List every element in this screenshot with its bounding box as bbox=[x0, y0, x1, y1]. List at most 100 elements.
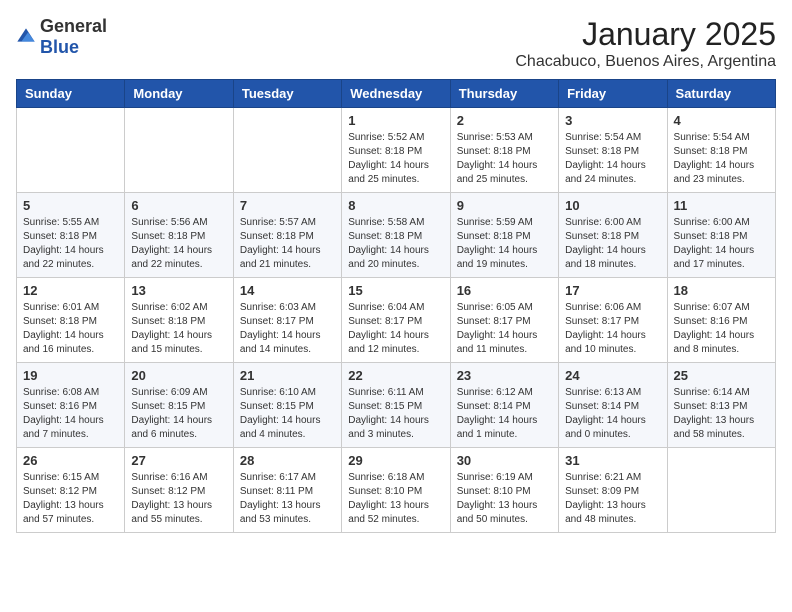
calendar-cell: 9 Sunrise: 5:59 AM Sunset: 8:18 PM Daylig… bbox=[450, 193, 558, 278]
day-info: Sunrise: 5:55 AM Sunset: 8:18 PM Dayligh… bbox=[23, 216, 118, 272]
calendar-week-row: 1 Sunrise: 5:52 AM Sunset: 8:18 PM Daylig… bbox=[17, 108, 776, 193]
day-info: Sunrise: 5:56 AM Sunset: 8:18 PM Dayligh… bbox=[131, 216, 226, 272]
day-info: Sunrise: 5:52 AM Sunset: 8:18 PM Dayligh… bbox=[348, 131, 443, 187]
calendar-cell: 23 Sunrise: 6:12 AM Sunset: 8:14 PM Dayli… bbox=[450, 363, 558, 448]
calendar-cell bbox=[233, 108, 341, 193]
day-info: Sunrise: 5:57 AM Sunset: 8:18 PM Dayligh… bbox=[240, 216, 335, 272]
day-info: Sunrise: 6:16 AM Sunset: 8:12 PM Dayligh… bbox=[131, 471, 226, 527]
calendar-cell: 17 Sunrise: 6:06 AM Sunset: 8:17 PM Dayli… bbox=[559, 278, 667, 363]
weekday-header: Tuesday bbox=[233, 80, 341, 108]
day-info: Sunrise: 6:14 AM Sunset: 8:13 PM Dayligh… bbox=[674, 386, 769, 442]
calendar-week-row: 12 Sunrise: 6:01 AM Sunset: 8:18 PM Dayli… bbox=[17, 278, 776, 363]
calendar-cell: 14Sunrise: 6:03 AM Sunset: 8:17 PM Dayli… bbox=[233, 278, 341, 363]
weekday-header: Saturday bbox=[667, 80, 775, 108]
day-number: 23 bbox=[457, 368, 552, 383]
day-number: 16 bbox=[457, 283, 552, 298]
day-number: 10 bbox=[565, 198, 660, 213]
calendar-cell bbox=[667, 448, 775, 533]
calendar-cell: 20 Sunrise: 6:09 AM Sunset: 8:15 PM Dayli… bbox=[125, 363, 233, 448]
calendar-cell: 4Sunrise: 5:54 AM Sunset: 8:18 PM Daylig… bbox=[667, 108, 775, 193]
calendar-cell: 12 Sunrise: 6:01 AM Sunset: 8:18 PM Dayli… bbox=[17, 278, 125, 363]
calendar-cell: 31 Sunrise: 6:21 AM Sunset: 8:09 PM Dayli… bbox=[559, 448, 667, 533]
day-number: 20 bbox=[131, 368, 226, 383]
day-info: Sunrise: 6:17 AM Sunset: 8:11 PM Dayligh… bbox=[240, 471, 335, 527]
day-info: Sunrise: 6:12 AM Sunset: 8:14 PM Dayligh… bbox=[457, 386, 552, 442]
day-number: 11 bbox=[674, 198, 769, 213]
day-number: 2 bbox=[457, 113, 552, 128]
calendar-cell: 3Sunrise: 5:54 AM Sunset: 8:18 PM Daylig… bbox=[559, 108, 667, 193]
day-info: Sunrise: 6:15 AM Sunset: 8:12 PM Dayligh… bbox=[23, 471, 118, 527]
day-info: Sunrise: 6:05 AM Sunset: 8:17 PM Dayligh… bbox=[457, 301, 552, 357]
calendar-cell: 7 Sunrise: 5:57 AM Sunset: 8:18 PM Daylig… bbox=[233, 193, 341, 278]
title-block: January 2025 Chacabuco, Buenos Aires, Ar… bbox=[515, 16, 776, 71]
calendar-cell: 5 Sunrise: 5:55 AM Sunset: 8:18 PM Daylig… bbox=[17, 193, 125, 278]
calendar-cell: 24 Sunrise: 6:13 AM Sunset: 8:14 PM Dayli… bbox=[559, 363, 667, 448]
day-number: 14 bbox=[240, 283, 335, 298]
calendar-cell: 19 Sunrise: 6:08 AM Sunset: 8:16 PM Dayli… bbox=[17, 363, 125, 448]
day-info: Sunrise: 5:59 AM Sunset: 8:18 PM Dayligh… bbox=[457, 216, 552, 272]
logo-general: General bbox=[40, 16, 107, 36]
day-number: 6 bbox=[131, 198, 226, 213]
day-info: Sunrise: 6:21 AM Sunset: 8:09 PM Dayligh… bbox=[565, 471, 660, 527]
day-number: 9 bbox=[457, 198, 552, 213]
day-number: 22 bbox=[348, 368, 443, 383]
day-number: 27 bbox=[131, 453, 226, 468]
day-info: Sunrise: 6:04 AM Sunset: 8:17 PM Dayligh… bbox=[348, 301, 443, 357]
weekday-header: Sunday bbox=[17, 80, 125, 108]
logo-blue: Blue bbox=[40, 37, 79, 57]
day-info: Sunrise: 6:06 AM Sunset: 8:17 PM Dayligh… bbox=[565, 301, 660, 357]
calendar-cell: 21 Sunrise: 6:10 AM Sunset: 8:15 PM Dayli… bbox=[233, 363, 341, 448]
day-info: Sunrise: 6:00 AM Sunset: 8:18 PM Dayligh… bbox=[565, 216, 660, 272]
logo: General Blue bbox=[16, 16, 107, 58]
day-number: 8 bbox=[348, 198, 443, 213]
calendar-cell: 26 Sunrise: 6:15 AM Sunset: 8:12 PM Dayli… bbox=[17, 448, 125, 533]
calendar-week-row: 19 Sunrise: 6:08 AM Sunset: 8:16 PM Dayli… bbox=[17, 363, 776, 448]
calendar-cell: 25 Sunrise: 6:14 AM Sunset: 8:13 PM Dayli… bbox=[667, 363, 775, 448]
calendar-cell: 30 Sunrise: 6:19 AM Sunset: 8:10 PM Dayli… bbox=[450, 448, 558, 533]
day-number: 1 bbox=[348, 113, 443, 128]
day-info: Sunrise: 6:18 AM Sunset: 8:10 PM Dayligh… bbox=[348, 471, 443, 527]
day-number: 24 bbox=[565, 368, 660, 383]
calendar-cell: 2 Sunrise: 5:53 AM Sunset: 8:18 PM Daylig… bbox=[450, 108, 558, 193]
day-number: 13 bbox=[131, 283, 226, 298]
logo-icon bbox=[16, 27, 36, 47]
day-info: Sunrise: 5:53 AM Sunset: 8:18 PM Dayligh… bbox=[457, 131, 552, 187]
day-info: Sunrise: 6:19 AM Sunset: 8:10 PM Dayligh… bbox=[457, 471, 552, 527]
day-info: Sunrise: 6:11 AM Sunset: 8:15 PM Dayligh… bbox=[348, 386, 443, 442]
day-number: 17 bbox=[565, 283, 660, 298]
day-number: 28 bbox=[240, 453, 335, 468]
day-info: Sunrise: 6:02 AM Sunset: 8:18 PM Dayligh… bbox=[131, 301, 226, 357]
day-number: 31 bbox=[565, 453, 660, 468]
day-number: 19 bbox=[23, 368, 118, 383]
day-number: 12 bbox=[23, 283, 118, 298]
weekday-header: Monday bbox=[125, 80, 233, 108]
calendar-cell: 6 Sunrise: 5:56 AM Sunset: 8:18 PM Daylig… bbox=[125, 193, 233, 278]
day-info: Sunrise: 6:09 AM Sunset: 8:15 PM Dayligh… bbox=[131, 386, 226, 442]
page-header: General Blue January 2025 Chacabuco, Bue… bbox=[16, 16, 776, 71]
weekday-header-row: SundayMondayTuesdayWednesdayThursdayFrid… bbox=[17, 80, 776, 108]
day-number: 25 bbox=[674, 368, 769, 383]
location-title: Chacabuco, Buenos Aires, Argentina bbox=[515, 53, 776, 71]
day-number: 21 bbox=[240, 368, 335, 383]
calendar-cell: 11 Sunrise: 6:00 AM Sunset: 8:18 PM Dayli… bbox=[667, 193, 775, 278]
weekday-header: Thursday bbox=[450, 80, 558, 108]
calendar-cell: 18 Sunrise: 6:07 AM Sunset: 8:16 PM Dayli… bbox=[667, 278, 775, 363]
day-number: 30 bbox=[457, 453, 552, 468]
calendar-cell: 16 Sunrise: 6:05 AM Sunset: 8:17 PM Dayli… bbox=[450, 278, 558, 363]
day-number: 7 bbox=[240, 198, 335, 213]
day-info: Sunrise: 6:13 AM Sunset: 8:14 PM Dayligh… bbox=[565, 386, 660, 442]
day-info: Sunrise: 6:10 AM Sunset: 8:15 PM Dayligh… bbox=[240, 386, 335, 442]
calendar-cell: 29Sunrise: 6:18 AM Sunset: 8:10 PM Dayli… bbox=[342, 448, 450, 533]
day-info: Sunrise: 6:00 AM Sunset: 8:18 PM Dayligh… bbox=[674, 216, 769, 272]
day-info: Sunrise: 6:07 AM Sunset: 8:16 PM Dayligh… bbox=[674, 301, 769, 357]
day-number: 5 bbox=[23, 198, 118, 213]
calendar-cell: 1 Sunrise: 5:52 AM Sunset: 8:18 PM Daylig… bbox=[342, 108, 450, 193]
day-number: 18 bbox=[674, 283, 769, 298]
day-info: Sunrise: 6:08 AM Sunset: 8:16 PM Dayligh… bbox=[23, 386, 118, 442]
calendar-cell: 27 Sunrise: 6:16 AM Sunset: 8:12 PM Dayli… bbox=[125, 448, 233, 533]
day-info: Sunrise: 5:58 AM Sunset: 8:18 PM Dayligh… bbox=[348, 216, 443, 272]
day-info: Sunrise: 6:01 AM Sunset: 8:18 PM Dayligh… bbox=[23, 301, 118, 357]
day-number: 26 bbox=[23, 453, 118, 468]
day-number: 15 bbox=[348, 283, 443, 298]
calendar-cell: 28 Sunrise: 6:17 AM Sunset: 8:11 PM Dayli… bbox=[233, 448, 341, 533]
